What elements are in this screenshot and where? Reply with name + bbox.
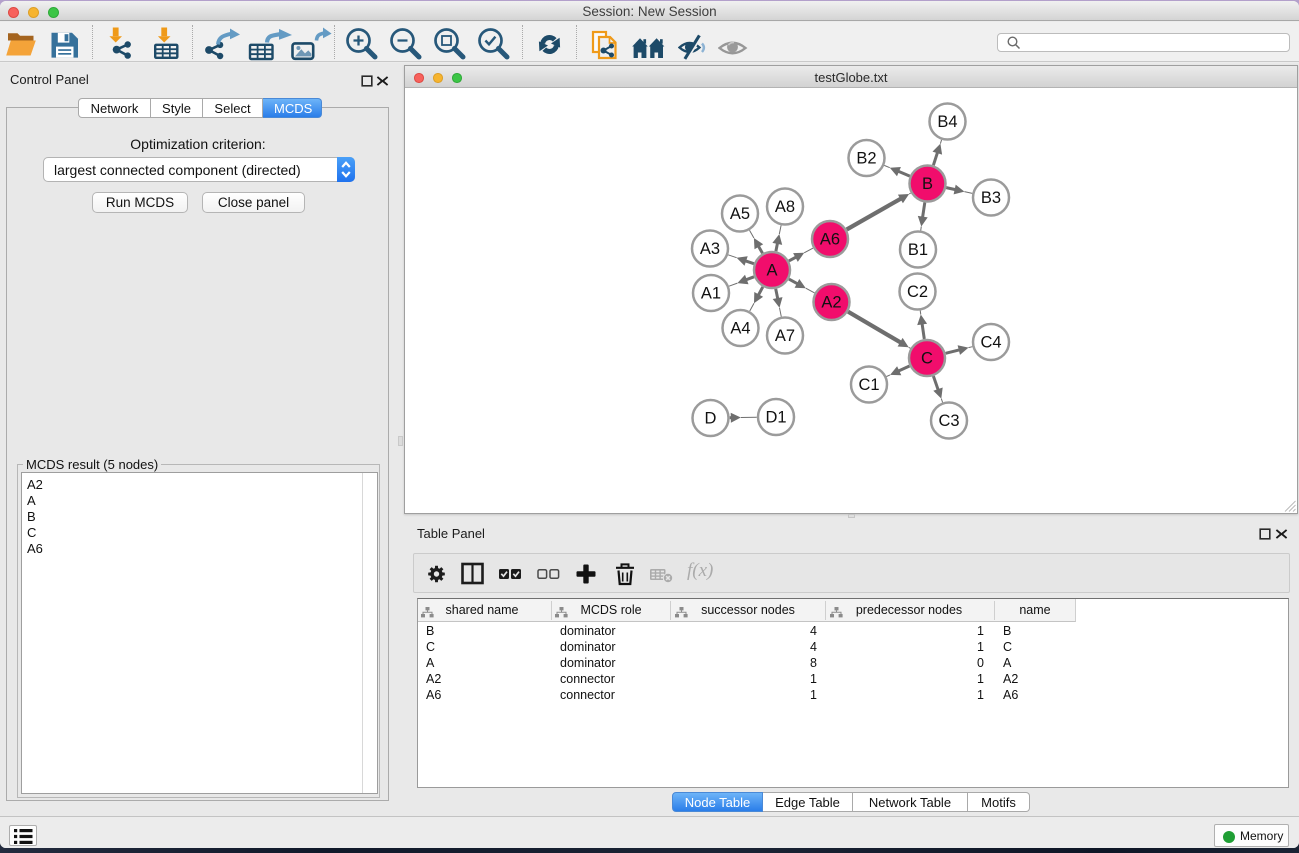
svg-text:D: D [705, 410, 717, 428]
svg-text:A6: A6 [820, 231, 840, 249]
svg-text:A5: A5 [730, 205, 750, 223]
svg-text:A7: A7 [775, 327, 795, 345]
svg-text:A3: A3 [700, 240, 720, 258]
svg-text:B1: B1 [908, 241, 928, 259]
svg-text:C3: C3 [938, 412, 959, 430]
svg-text:C1: C1 [858, 376, 879, 394]
svg-text:B: B [922, 175, 933, 193]
svg-text:B2: B2 [856, 150, 876, 168]
svg-text:C2: C2 [907, 283, 928, 301]
svg-text:A1: A1 [701, 285, 721, 303]
svg-text:B4: B4 [937, 113, 957, 131]
svg-text:A: A [766, 262, 777, 280]
svg-text:B3: B3 [981, 189, 1001, 207]
svg-text:A8: A8 [775, 198, 795, 216]
svg-text:C: C [921, 350, 933, 368]
svg-text:A2: A2 [821, 294, 841, 312]
svg-text:A4: A4 [730, 320, 750, 338]
svg-text:C4: C4 [980, 334, 1001, 352]
svg-text:D1: D1 [765, 409, 786, 427]
